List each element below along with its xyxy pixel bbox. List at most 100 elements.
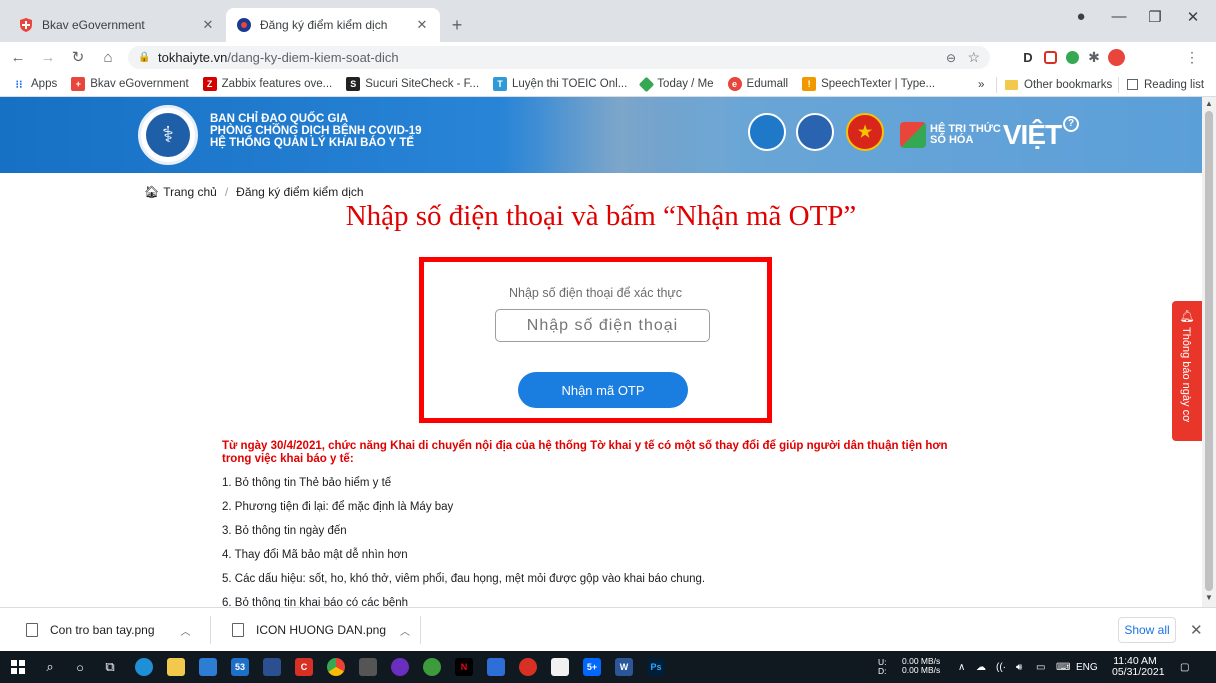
profile-avatar-icon[interactable] [1106,47,1126,67]
language-indicator[interactable]: ENG [1076,651,1098,683]
bookmark-label: SpeechTexter | Type... [821,78,936,90]
home-icon[interactable]: ⌂ [96,49,120,66]
scroll-up-icon[interactable]: ▲ [1202,99,1216,108]
bookmark-label: Luyện thi TOEIC Onl... [512,78,628,90]
bookmark-zabbix[interactable]: Z Zabbix features ove... [202,77,332,91]
app-blue-icon[interactable] [484,655,508,679]
notification-side-tab[interactable]: 🔔︎ Thông báo ngày cơ [1172,301,1202,441]
bookmark-apps[interactable]: ⁝⁝ Apps [12,77,58,91]
bookmark-toeic[interactable]: T Luyện thi TOEIC Onl... [493,77,627,91]
app-record-icon[interactable] [516,655,540,679]
photoshop-icon[interactable]: Ps [644,655,668,679]
list-item: 2. Phương tiện đi lại: để mặc định là Má… [222,501,454,513]
download-item[interactable]: ICON HUONG DAN.png ︿ [232,618,410,642]
minimize-icon[interactable]: — [1104,8,1134,25]
close-tab-icon[interactable]: ✕ [200,17,216,33]
download-filename: ICON HUONG DAN.png [256,623,387,637]
page-scrollbar[interactable]: ▲ ▼ [1202,97,1216,607]
battery-icon[interactable]: ▭ [1036,651,1045,683]
file-explorer-icon[interactable] [164,655,188,679]
keyboard-icon[interactable]: ⌨ [1056,651,1070,683]
list-item: 3. Bỏ thông tin ngày đến [222,525,347,537]
lock-icon: 🔒 [138,52,151,63]
action-center-icon[interactable]: ▢ [1180,651,1189,683]
chevron-up-icon[interactable]: ︿ [400,623,410,638]
folder-icon [1005,79,1018,90]
app-green-icon[interactable] [420,655,444,679]
show-all-button[interactable]: Show all [1118,617,1176,643]
notepad-icon[interactable] [548,655,572,679]
extension-green-icon[interactable] [1062,47,1082,67]
brand-big-text: VIỆT [1002,119,1062,150]
get-otp-button[interactable]: Nhận mã OTP [518,372,688,408]
clock[interactable]: 11:40 AM 05/31/2021 [1112,656,1165,678]
bookmark-edumall[interactable]: e Edumall [727,77,788,91]
search-icon[interactable]: ⌕ [38,655,62,679]
word-icon[interactable]: W [612,655,636,679]
windows-start-icon[interactable] [6,655,30,679]
reload-icon[interactable]: ↻ [66,48,90,66]
tab-dang-ky-diem-kiem-dich[interactable]: Đăng ký điểm kiểm dịch ✕ [226,8,440,42]
instruction-headline: Nhập số điện thoại và bấm “Nhận mã OTP” [345,200,857,232]
download-item[interactable]: Con tro ban tay.png ︿ [26,618,191,642]
scrollbar-thumb[interactable] [1205,111,1213,591]
bookmark-label: Today / Me [657,78,714,90]
extensions-puzzle-icon[interactable]: ✱ [1084,47,1104,67]
app-red-c-icon[interactable]: C [292,655,316,679]
science-logo-icon [796,113,834,151]
netflix-icon[interactable]: N [452,655,476,679]
reading-list[interactable]: Reading list [1118,72,1204,97]
extension-d-icon[interactable]: D [1018,47,1038,67]
chevron-up-icon[interactable]: ︿ [181,623,191,638]
breadcrumb-home-link[interactable]: Trang chủ [163,185,217,199]
bookmark-today[interactable]: Today / Me [639,76,714,92]
profile-dot-icon[interactable]: ● [1066,8,1096,25]
bookmark-label: Bkav eGovernment [90,78,189,90]
home-icon: 🏠︎ [144,185,160,199]
national-emblem-icon: ★ [846,113,884,151]
bookmark-star-icon[interactable]: ☆ [967,49,980,66]
address-bar[interactable]: 🔒 tokhaiyte.vn/dang-ky-diem-kiem-soat-di… [128,46,990,69]
bookmark-label: Sucuri SiteCheck - F... [365,78,480,90]
calculator-icon[interactable] [356,655,380,679]
zalo-icon[interactable]: 5+ [580,655,604,679]
list-item: 5. Các dấu hiệu: sốt, ho, khó thở, viêm … [222,573,706,585]
new-tab-icon[interactable]: + [446,15,468,36]
toeic-icon: T [493,77,508,91]
media-player-icon[interactable] [388,655,412,679]
today-icon [639,76,655,92]
bookmark-speechtexter[interactable]: ! SpeechTexter | Type... [802,77,935,91]
volume-icon[interactable]: 🔊︎ [1016,651,1022,683]
mail-icon[interactable]: 53 [228,655,252,679]
chrome-icon[interactable] [324,655,348,679]
teamviewer-icon[interactable] [260,655,284,679]
extension-red-icon[interactable] [1040,47,1060,67]
bookmark-other[interactable]: Other bookmarks [996,72,1112,97]
forward-icon[interactable]: → [36,49,60,66]
back-icon[interactable]: ← [6,49,30,66]
scroll-down-icon[interactable]: ▼ [1202,593,1216,602]
bookmark-sucuri[interactable]: S Sucuri SiteCheck - F... [346,77,479,91]
close-downloads-icon[interactable]: ✕ [1190,621,1203,639]
url-host: tokhaiyte.vn [158,50,228,65]
edge-icon[interactable] [132,655,156,679]
restore-icon[interactable]: ❐ [1140,8,1170,26]
browser-menu-icon[interactable]: ⋮ [1182,47,1202,67]
banner-line-1: BAN CHỈ ĐẠO QUỐC GIA [210,113,348,125]
phone-number-input[interactable] [495,309,710,342]
zoom-icon[interactable]: ⊖ [946,51,956,65]
close-window-icon[interactable]: ✕ [1178,8,1208,26]
bookmarks-overflow-icon[interactable]: » [978,72,984,97]
store-icon[interactable] [196,655,220,679]
breadcrumb: 🏠︎ Trang chủ / Đăng ký điểm kiểm dịch [144,185,364,199]
tray-chevron-icon[interactable]: ∧ [958,651,965,683]
task-view-icon[interactable]: ⧉ [98,655,122,679]
bookmark-bkav[interactable]: + Bkav eGovernment [71,77,189,91]
wifi-icon[interactable]: ((· [996,651,1006,683]
close-tab-icon[interactable]: ✕ [414,17,430,33]
cortana-icon[interactable]: ○ [68,655,92,679]
onedrive-icon[interactable]: ☁ [976,651,986,683]
bkav-icon: + [71,77,86,91]
tab-bkav-egovernment[interactable]: Bkav eGovernment ✕ [8,8,226,42]
side-tab-label: Thông báo ngày cơ [1180,327,1192,423]
